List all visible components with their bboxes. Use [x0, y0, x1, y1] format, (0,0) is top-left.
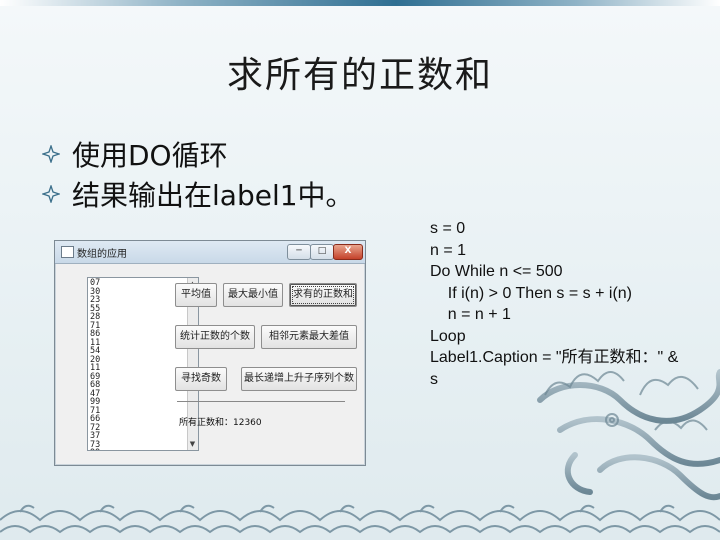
window-title: 数组的应用 — [77, 249, 127, 260]
code-line: s = 0 — [430, 220, 466, 237]
scroll-down-icon[interactable]: ▼ — [189, 439, 196, 449]
vb-app-window: 数组的应用 ─ □ X 07 30 23 55 28 71 86 11 54 20 11 69 68 47… — [54, 240, 366, 466]
bullet-item: 使用DO循环 — [42, 134, 354, 174]
window-titlebar[interactable]: 数组的应用 ─ □ X — [55, 241, 365, 264]
maximize-button[interactable]: □ — [310, 244, 334, 260]
result-divider — [177, 401, 345, 402]
code-block: s = 0 n = 1 Do While n <= 500 If i(n) > 0 … — [430, 218, 678, 390]
bullet-item: 结果输出在label1中。 — [42, 174, 354, 214]
code-line: If i(n) > 0 Then s = s + i(n) — [430, 284, 633, 302]
code-line: Loop — [430, 327, 466, 345]
app-icon — [61, 246, 74, 258]
count-positive-button[interactable]: 统计正数的个数 — [175, 325, 255, 349]
bullet-list: 使用DO循环 结果输出在label1中。 — [42, 134, 354, 214]
diamond-star-icon — [42, 145, 60, 163]
result-label: 所有正数和：12360 — [179, 418, 262, 428]
max-adjacent-diff-button[interactable]: 相邻元素最大差值 — [261, 325, 357, 349]
max-min-button[interactable]: 最大最小值 — [223, 283, 283, 307]
bullet-text: 使用DO循环 — [72, 139, 228, 172]
positive-sum-button[interactable]: 求有的正数和 — [289, 283, 357, 307]
diamond-star-icon — [42, 185, 60, 203]
minimize-button[interactable]: ─ — [287, 244, 311, 260]
code-line: s — [430, 370, 438, 388]
close-button[interactable]: X — [333, 244, 363, 260]
longest-run-button[interactable]: 最长递增上升子序列个数 — [241, 367, 357, 391]
average-button[interactable]: 平均值 — [175, 283, 217, 307]
code-line: Label1.Caption = "所有正数和：" & — [430, 349, 679, 366]
slide-title: 求所有的正数和 — [226, 55, 493, 96]
bullet-text: 结果输出在label1中。 — [72, 179, 354, 212]
list-item[interactable]: 99 — [90, 449, 100, 450]
code-line: Do While n <= 500 — [430, 263, 563, 280]
code-line: n = n + 1 — [430, 306, 511, 323]
code-line: n = 1 — [430, 241, 467, 259]
listbox-items: 07 30 23 55 28 71 86 11 54 20 11 69 68 47 99 71 66 72 37 73… — [90, 279, 100, 450]
find-odd-button[interactable]: 寻找奇数 — [175, 367, 227, 391]
